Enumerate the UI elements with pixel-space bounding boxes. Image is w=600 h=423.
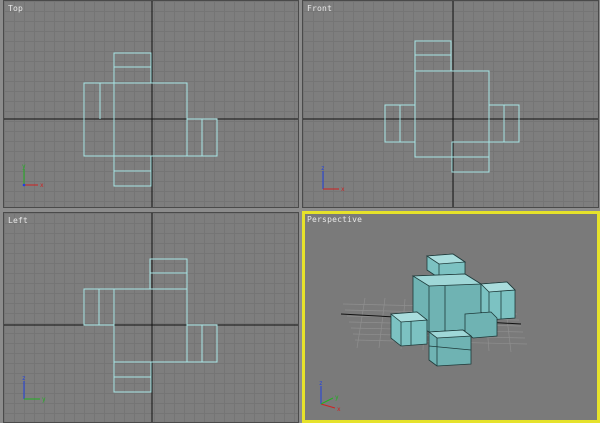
svg-text:x: x — [341, 186, 345, 193]
svg-text:x: x — [337, 406, 341, 413]
svg-text:z: z — [319, 380, 323, 387]
svg-text:z: z — [22, 375, 26, 382]
top-view-canvas: y x — [4, 1, 298, 207]
perspective-mesh — [389, 253, 516, 367]
axis-gizmo-front: z x — [321, 165, 345, 193]
svg-text:x: x — [40, 182, 44, 189]
svg-text:y: y — [22, 163, 26, 170]
axis-gizmo-top: y x — [22, 163, 44, 189]
viewport-front[interactable]: Front z x — [302, 0, 599, 208]
front-wireframe — [384, 40, 520, 173]
viewport-top[interactable]: Top y x — [3, 0, 299, 208]
left-view-canvas: z y — [4, 213, 298, 422]
perspective-view-canvas: z x y — [319, 253, 528, 413]
svg-text:y: y — [335, 394, 339, 401]
viewport-perspective[interactable]: Perspective z x y — [302, 211, 600, 423]
svg-text:y: y — [42, 396, 46, 403]
svg-text:z: z — [321, 165, 325, 172]
axis-gizmo-perspective: z x y — [319, 380, 341, 413]
viewport-left[interactable]: Left z y — [3, 212, 299, 423]
front-view-canvas: z x — [303, 1, 598, 207]
axis-gizmo-left: z y — [22, 375, 46, 403]
